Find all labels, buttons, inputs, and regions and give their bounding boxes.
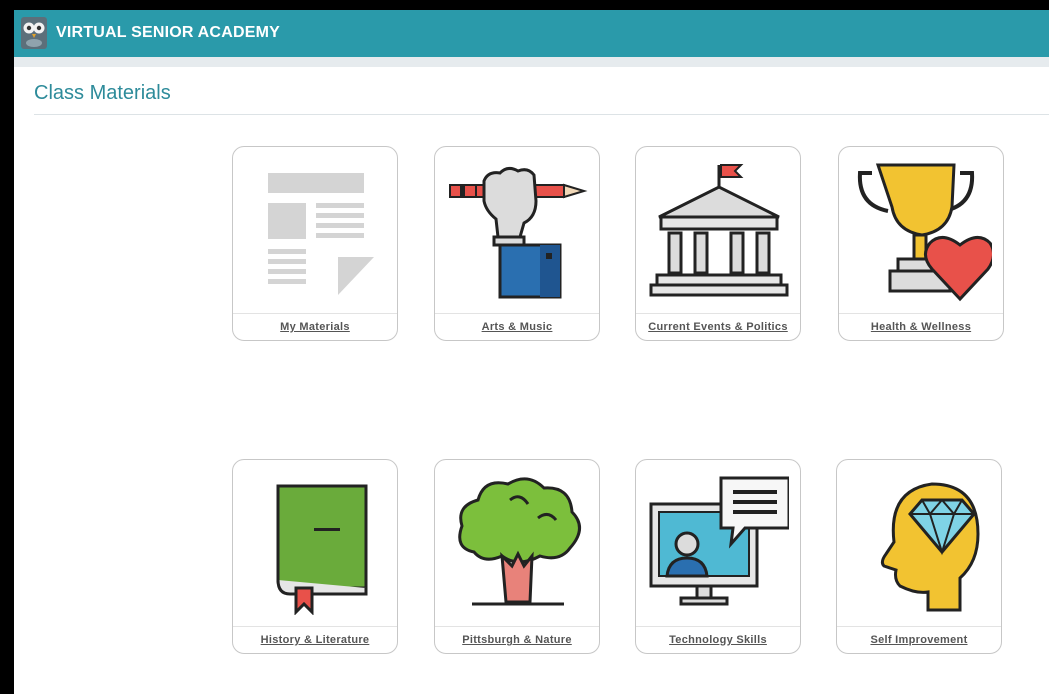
owl-logo-icon[interactable]: [20, 16, 48, 50]
tile-label[interactable]: My Materials: [233, 321, 397, 333]
tile-current-events[interactable]: Current Events & Politics: [635, 146, 801, 341]
tile-label[interactable]: Technology Skills: [636, 634, 800, 646]
head-diamond-icon: [880, 482, 980, 612]
video-chat-icon: [649, 476, 789, 606]
tile-history-literature[interactable]: History & Literature: [232, 459, 398, 654]
page-title: Class Materials: [34, 82, 171, 104]
tile-label[interactable]: Self Improvement: [837, 634, 1001, 646]
book-icon: [276, 484, 368, 615]
header-band: [14, 57, 1049, 67]
tile-health-wellness[interactable]: Health & Wellness: [838, 146, 1004, 341]
tile-label[interactable]: Arts & Music: [435, 321, 599, 333]
trophy-heart-icon: [857, 163, 992, 302]
tree-icon: [458, 477, 581, 606]
tile-label[interactable]: History & Literature: [233, 634, 397, 646]
tile-label[interactable]: Health & Wellness: [839, 321, 1003, 333]
tile-self-improvement[interactable]: Self Improvement: [836, 459, 1002, 654]
tile-label[interactable]: Pittsburgh & Nature: [435, 634, 599, 646]
title-divider: [34, 114, 1049, 115]
tile-arts-music[interactable]: Arts & Music: [434, 146, 600, 341]
app-frame: VIRTUAL SENIOR ACADEMY Class Materials M…: [14, 10, 1049, 694]
document-icon: [268, 173, 374, 295]
tile-label[interactable]: Current Events & Politics: [636, 321, 800, 333]
header-bar: VIRTUAL SENIOR ACADEMY: [14, 10, 1049, 57]
tile-pittsburgh-nature[interactable]: Pittsburgh & Nature: [434, 459, 600, 654]
tile-technology-skills[interactable]: Technology Skills: [635, 459, 801, 654]
capitol-building-icon: [649, 164, 789, 297]
tile-my-materials[interactable]: My Materials: [232, 146, 398, 341]
app-title[interactable]: VIRTUAL SENIOR ACADEMY: [56, 24, 280, 42]
hand-pencil-icon: [449, 166, 588, 299]
